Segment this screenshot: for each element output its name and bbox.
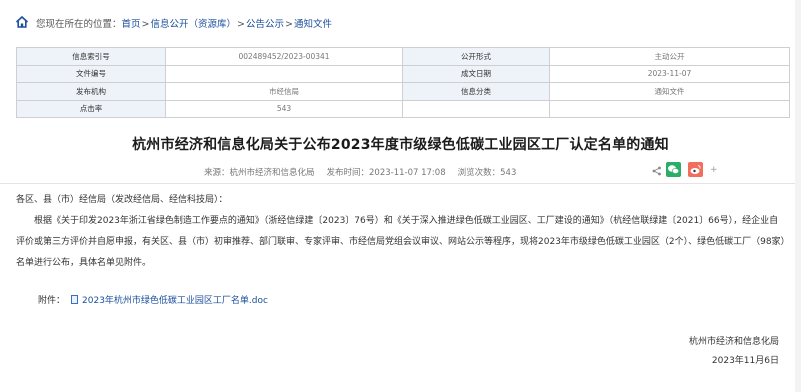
disclosure-form-value: 主动公开 xyxy=(549,47,790,66)
breadcrumb-home[interactable]: 首页 xyxy=(122,19,141,30)
breadcrumb-separator: > xyxy=(141,19,150,30)
article-source: 来源：杭州市经济和信息化局 xyxy=(204,168,315,178)
publisher-value: 市经信局 xyxy=(165,82,403,101)
article-paragraph: 根据《关于印发2023年浙江省绿色制造工作要点的通知》（浙经信绿建〔2023〕7… xyxy=(16,216,786,268)
divider xyxy=(0,183,801,184)
breadcrumb-info-public[interactable]: 信息公开（资源库） xyxy=(151,19,237,30)
breadcrumb: 您现在所在的位置：首页>信息公开（资源库）>公告公示>通知文件 xyxy=(36,16,332,30)
category-value: 通知文件 xyxy=(549,82,790,101)
written-date-value: 2023-11-07 xyxy=(549,64,790,83)
click-count-label: 点击率 xyxy=(16,99,166,118)
info-table: 信息索引号 002489452/2023-00341 公开形式 主动公开 文件编… xyxy=(16,47,790,118)
table-row: 点击率 543 xyxy=(16,99,790,118)
salutation: 各区、县（市）经信局（发改经信局、经信科技局）： xyxy=(16,195,228,205)
scrollbar[interactable] xyxy=(795,0,801,392)
table-row: 信息索引号 002489452/2023-00341 公开形式 主动公开 xyxy=(16,47,790,66)
share-icon[interactable] xyxy=(652,166,662,176)
empty-cell xyxy=(402,99,550,118)
empty-cell xyxy=(549,99,790,118)
category-label: 信息分类 xyxy=(402,82,550,101)
article-meta: 来源：杭州市经济和信息化局 发布时间：2023-11-07 17:08 浏览次数：5… xyxy=(204,166,528,178)
attachment: 附件： 2023年杭州市绿色低碳工业园区工厂名单.doc xyxy=(38,293,268,306)
article-publish-time: 发布时间：2023-11-07 17:08 xyxy=(326,168,446,178)
publisher-label: 发布机构 xyxy=(16,82,166,101)
document-number-value xyxy=(165,64,403,83)
article-title: 杭州市经济和信息化局关于公布2023年度市级绿色低碳工业园区工厂认定名单的通知 xyxy=(132,137,669,153)
click-count-value: 543 xyxy=(165,99,403,118)
disclosure-form-label: 公开形式 xyxy=(402,47,550,66)
breadcrumb-notices[interactable]: 通知文件 xyxy=(294,19,332,30)
table-row: 文件编号 成文日期 2023-11-07 xyxy=(16,64,790,83)
home-icon[interactable] xyxy=(15,15,29,29)
index-number-value: 002489452/2023-00341 xyxy=(165,47,403,66)
table-row: 发布机构 市经信局 信息分类 通知文件 xyxy=(16,82,790,101)
breadcrumb-announcements[interactable]: 公告公示 xyxy=(246,19,284,30)
attachment-link[interactable]: 2023年杭州市绿色低碳工业园区工厂名单.doc xyxy=(82,296,268,306)
index-number-label: 信息索引号 xyxy=(16,47,166,66)
document-icon xyxy=(71,295,79,304)
document-number-label: 文件编号 xyxy=(16,64,166,83)
weibo-icon[interactable] xyxy=(688,162,703,177)
breadcrumb-separator: > xyxy=(285,19,293,30)
written-date-label: 成文日期 xyxy=(402,64,550,83)
signature-date: 2023年11月6日 xyxy=(711,356,779,366)
attachment-label: 附件： xyxy=(38,296,66,306)
signature: 杭州市经济和信息化局 xyxy=(688,337,779,347)
breadcrumb-bar: 您现在所在的位置：首页>信息公开（资源库）>公告公示>通知文件 xyxy=(0,0,801,36)
article-views: 浏览次数：543 xyxy=(457,168,517,178)
breadcrumb-separator: > xyxy=(237,19,245,30)
breadcrumb-prefix: 您现在所在的位置： xyxy=(36,19,122,30)
wechat-icon[interactable] xyxy=(666,162,681,177)
plus-icon[interactable]: + xyxy=(710,165,718,175)
